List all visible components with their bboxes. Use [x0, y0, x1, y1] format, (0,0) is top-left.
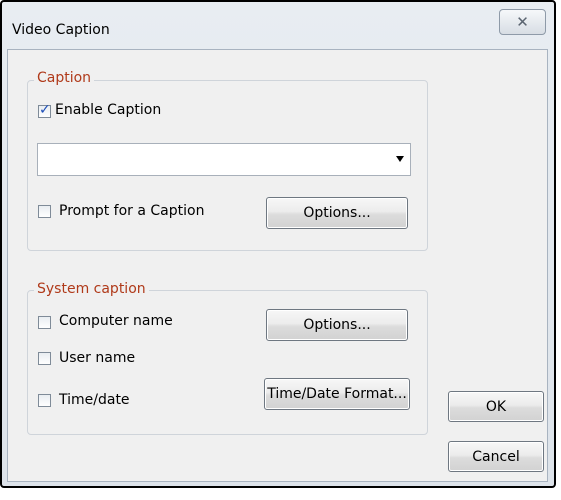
- close-icon: ✕: [516, 13, 529, 31]
- time-date-format-button[interactable]: Time/Date Format...: [264, 378, 410, 410]
- prompt-caption-label: Prompt for a Caption: [59, 203, 205, 219]
- cancel-button[interactable]: Cancel: [448, 441, 544, 472]
- enable-caption-label: Enable Caption: [55, 102, 162, 118]
- window-title: Video Caption: [12, 22, 110, 38]
- time-date-label: Time/date: [59, 392, 130, 408]
- system-caption-legend: System caption: [34, 281, 149, 297]
- chevron-down-icon[interactable]: [396, 156, 404, 162]
- computer-name-checkbox[interactable]: [38, 316, 51, 329]
- enable-caption-checkbox[interactable]: [38, 102, 51, 118]
- user-name-checkbox[interactable]: [38, 352, 51, 365]
- time-date-checkbox[interactable]: [38, 394, 51, 407]
- computer-name-label: Computer name: [59, 313, 173, 329]
- caption-group-legend: Caption: [34, 70, 95, 86]
- close-button[interactable]: ✕: [499, 9, 546, 35]
- user-name-label: User name: [59, 350, 136, 366]
- system-options-button[interactable]: Options...: [266, 309, 408, 341]
- caption-options-button[interactable]: Options...: [266, 197, 408, 229]
- caption-combobox[interactable]: [37, 143, 411, 176]
- ok-button[interactable]: OK: [448, 391, 544, 422]
- prompt-caption-checkbox[interactable]: [38, 205, 51, 218]
